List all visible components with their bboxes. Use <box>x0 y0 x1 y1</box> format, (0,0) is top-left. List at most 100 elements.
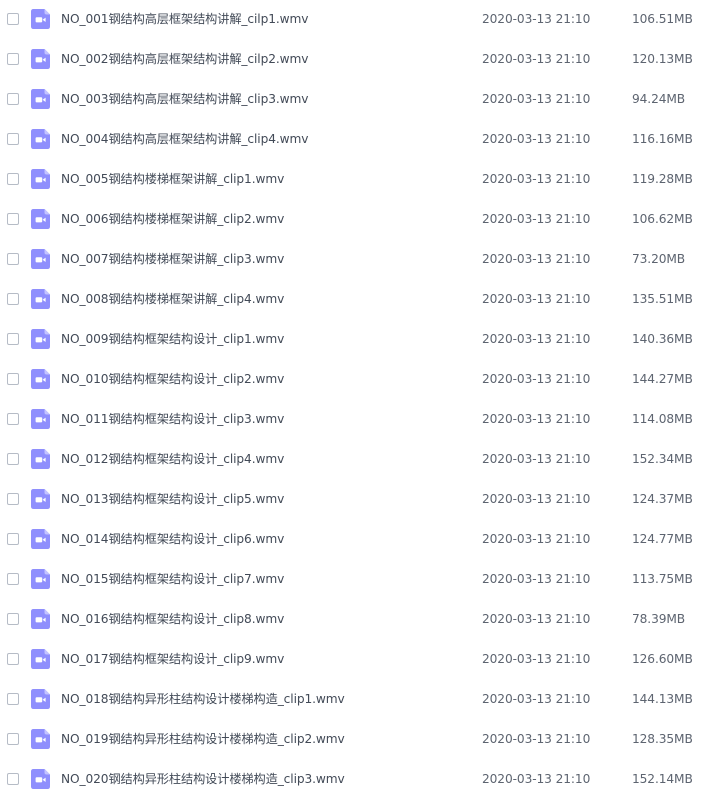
file-row[interactable]: NO_010钢结构框架结构设计_clip2.wmv 2020-03-13 21:… <box>0 360 727 400</box>
file-row[interactable]: NO_002钢结构高层框架结构讲解_cilp2.wmv 2020-03-13 2… <box>0 40 727 80</box>
file-size: 124.77MB <box>632 532 693 546</box>
modified-date: 2020-03-13 21:10 <box>482 372 591 386</box>
file-name[interactable]: NO_007钢结构楼梯框架讲解_clip3.wmv <box>61 250 284 268</box>
file-row[interactable]: NO_013钢结构框架结构设计_clip5.wmv 2020-03-13 21:… <box>0 480 727 520</box>
file-row[interactable]: NO_001钢结构高层框架结构讲解_cilp1.wmv 2020-03-13 2… <box>0 0 727 40</box>
file-size: 119.28MB <box>632 172 693 186</box>
file-row[interactable]: NO_007钢结构楼梯框架讲解_clip3.wmv 2020-03-13 21:… <box>0 240 727 280</box>
file-row[interactable]: NO_020钢结构异形柱结构设计楼梯构造_clip3.wmv 2020-03-1… <box>0 760 727 800</box>
video-file-icon <box>31 209 50 229</box>
video-file-icon <box>31 249 50 269</box>
file-row[interactable]: NO_012钢结构框架结构设计_clip4.wmv 2020-03-13 21:… <box>0 440 727 480</box>
select-checkbox[interactable] <box>7 53 19 65</box>
video-file-icon <box>31 49 50 69</box>
file-name[interactable]: NO_003钢结构高层框架结构讲解_clip3.wmv <box>61 90 309 108</box>
select-checkbox[interactable] <box>7 173 19 185</box>
file-name[interactable]: NO_018钢结构异形柱结构设计楼梯构造_clip1.wmv <box>61 690 345 708</box>
file-name[interactable]: NO_008钢结构楼梯框架讲解_clip4.wmv <box>61 290 284 308</box>
modified-date: 2020-03-13 21:10 <box>482 532 591 546</box>
video-file-icon <box>31 569 50 589</box>
file-name[interactable]: NO_012钢结构框架结构设计_clip4.wmv <box>61 450 284 468</box>
file-size: 140.36MB <box>632 332 693 346</box>
video-file-icon <box>31 169 50 189</box>
file-name[interactable]: NO_006钢结构楼梯框架讲解_clip2.wmv <box>61 210 284 228</box>
modified-date: 2020-03-13 21:10 <box>482 132 591 146</box>
file-row[interactable]: NO_003钢结构高层框架结构讲解_clip3.wmv 2020-03-13 2… <box>0 80 727 120</box>
file-name[interactable]: NO_004钢结构高层框架结构讲解_clip4.wmv <box>61 130 309 148</box>
modified-date: 2020-03-13 21:10 <box>482 572 591 586</box>
modified-date: 2020-03-13 21:10 <box>482 652 591 666</box>
select-checkbox[interactable] <box>7 613 19 625</box>
video-file-icon <box>31 329 50 349</box>
select-checkbox[interactable] <box>7 93 19 105</box>
select-checkbox[interactable] <box>7 493 19 505</box>
video-file-icon <box>31 769 50 789</box>
modified-date: 2020-03-13 21:10 <box>482 612 591 626</box>
file-name[interactable]: NO_016钢结构框架结构设计_clip8.wmv <box>61 610 284 628</box>
file-name[interactable]: NO_017钢结构框架结构设计_clip9.wmv <box>61 650 284 668</box>
file-row[interactable]: NO_018钢结构异形柱结构设计楼梯构造_clip1.wmv 2020-03-1… <box>0 680 727 720</box>
file-name[interactable]: NO_014钢结构框架结构设计_clip6.wmv <box>61 530 284 548</box>
file-size: 106.62MB <box>632 212 693 226</box>
file-size: 124.37MB <box>632 492 693 506</box>
select-checkbox[interactable] <box>7 133 19 145</box>
modified-date: 2020-03-13 21:10 <box>482 732 591 746</box>
file-name[interactable]: NO_020钢结构异形柱结构设计楼梯构造_clip3.wmv <box>61 770 345 788</box>
file-name[interactable]: NO_002钢结构高层框架结构讲解_cilp2.wmv <box>61 50 309 68</box>
select-checkbox[interactable] <box>7 13 19 25</box>
video-file-icon <box>31 9 50 29</box>
file-name[interactable]: NO_001钢结构高层框架结构讲解_cilp1.wmv <box>61 10 309 28</box>
file-name[interactable]: NO_009钢结构框架结构设计_clip1.wmv <box>61 330 284 348</box>
file-row[interactable]: NO_011钢结构框架结构设计_clip3.wmv 2020-03-13 21:… <box>0 400 727 440</box>
video-file-icon <box>31 129 50 149</box>
file-size: 152.34MB <box>632 452 693 466</box>
file-row[interactable]: NO_017钢结构框架结构设计_clip9.wmv 2020-03-13 21:… <box>0 640 727 680</box>
video-file-icon <box>31 729 50 749</box>
file-name[interactable]: NO_013钢结构框架结构设计_clip5.wmv <box>61 490 284 508</box>
select-checkbox[interactable] <box>7 213 19 225</box>
select-checkbox[interactable] <box>7 293 19 305</box>
file-row[interactable]: NO_009钢结构框架结构设计_clip1.wmv 2020-03-13 21:… <box>0 320 727 360</box>
file-list: NO_001钢结构高层框架结构讲解_cilp1.wmv 2020-03-13 2… <box>0 0 727 801</box>
select-checkbox[interactable] <box>7 693 19 705</box>
select-checkbox[interactable] <box>7 413 19 425</box>
file-name[interactable]: NO_019钢结构异形柱结构设计楼梯构造_clip2.wmv <box>61 730 345 748</box>
file-name[interactable]: NO_011钢结构框架结构设计_clip3.wmv <box>61 410 284 428</box>
file-name[interactable]: NO_005钢结构楼梯框架讲解_clip1.wmv <box>61 170 284 188</box>
video-file-icon <box>31 409 50 429</box>
file-row[interactable]: NO_019钢结构异形柱结构设计楼梯构造_clip2.wmv 2020-03-1… <box>0 720 727 760</box>
file-size: 73.20MB <box>632 252 686 266</box>
file-row[interactable]: NO_015钢结构框架结构设计_clip7.wmv 2020-03-13 21:… <box>0 560 727 600</box>
modified-date: 2020-03-13 21:10 <box>482 252 591 266</box>
select-checkbox[interactable] <box>7 373 19 385</box>
file-row[interactable]: NO_006钢结构楼梯框架讲解_clip2.wmv 2020-03-13 21:… <box>0 200 727 240</box>
modified-date: 2020-03-13 21:10 <box>482 692 591 706</box>
file-name[interactable]: NO_010钢结构框架结构设计_clip2.wmv <box>61 370 284 388</box>
video-file-icon <box>31 369 50 389</box>
video-file-icon <box>31 689 50 709</box>
select-checkbox[interactable] <box>7 453 19 465</box>
modified-date: 2020-03-13 21:10 <box>482 92 591 106</box>
modified-date: 2020-03-13 21:10 <box>482 332 591 346</box>
file-row[interactable]: NO_016钢结构框架结构设计_clip8.wmv 2020-03-13 21:… <box>0 600 727 640</box>
select-checkbox[interactable] <box>7 533 19 545</box>
file-name[interactable]: NO_015钢结构框架结构设计_clip7.wmv <box>61 570 284 588</box>
file-size: 106.51MB <box>632 12 693 26</box>
file-size: 113.75MB <box>632 572 693 586</box>
file-size: 126.60MB <box>632 652 693 666</box>
file-row[interactable]: NO_004钢结构高层框架结构讲解_clip4.wmv 2020-03-13 2… <box>0 120 727 160</box>
file-row[interactable]: NO_008钢结构楼梯框架讲解_clip4.wmv 2020-03-13 21:… <box>0 280 727 320</box>
file-row[interactable]: NO_014钢结构框架结构设计_clip6.wmv 2020-03-13 21:… <box>0 520 727 560</box>
modified-date: 2020-03-13 21:10 <box>482 492 591 506</box>
select-checkbox[interactable] <box>7 253 19 265</box>
file-size: 116.16MB <box>632 132 693 146</box>
select-checkbox[interactable] <box>7 573 19 585</box>
modified-date: 2020-03-13 21:10 <box>482 772 591 786</box>
select-checkbox[interactable] <box>7 773 19 785</box>
file-row[interactable]: NO_005钢结构楼梯框架讲解_clip1.wmv 2020-03-13 21:… <box>0 160 727 200</box>
select-checkbox[interactable] <box>7 653 19 665</box>
file-size: 152.14MB <box>632 772 693 786</box>
select-checkbox[interactable] <box>7 333 19 345</box>
select-checkbox[interactable] <box>7 733 19 745</box>
file-size: 78.39MB <box>632 612 686 626</box>
